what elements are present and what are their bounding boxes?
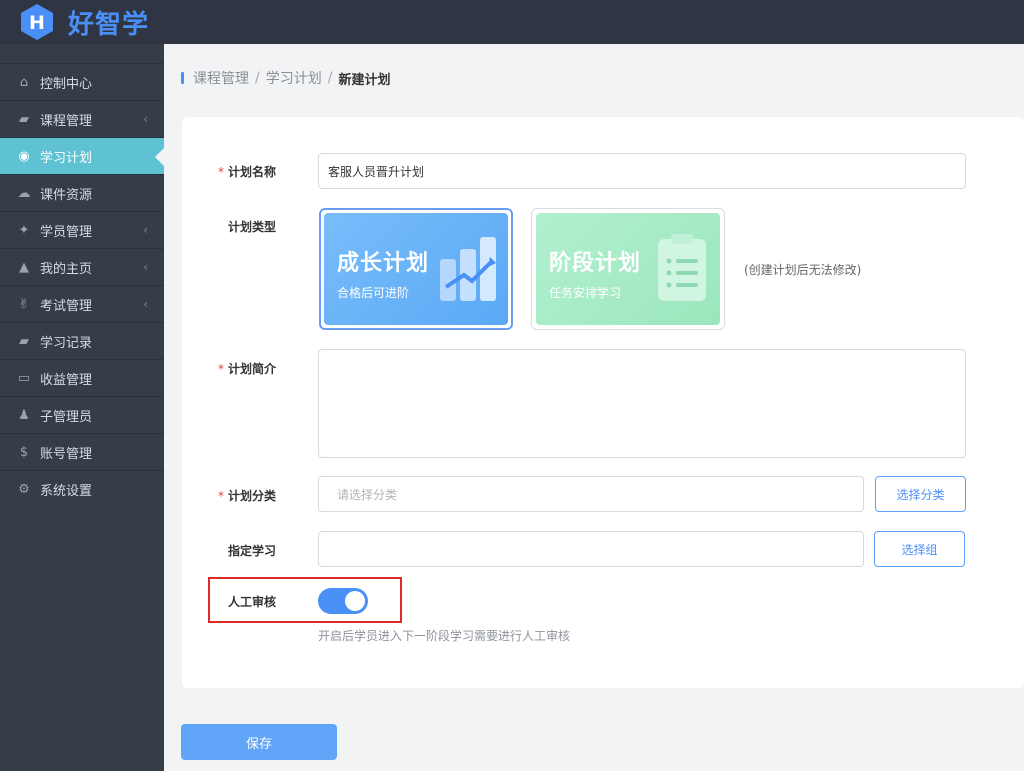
plan-type-note: (创建计划后无法修改): [744, 263, 862, 277]
sidebar-item-8[interactable]: ▭ 收益管理: [0, 359, 164, 396]
sidebar-item-label: 账号管理: [40, 446, 93, 462]
plan-name-label-text: 计划名称: [228, 165, 277, 179]
sidebar-item-label: 我的主页: [40, 261, 93, 277]
plan-intro-label-text: 计划简介: [228, 362, 277, 376]
chevron-left-icon: ‹: [143, 297, 148, 311]
sidebar-item-label: 课程管理: [40, 113, 93, 129]
top-bar: H 好智学: [0, 0, 1024, 44]
sidebar-item-label: 学习计划: [40, 150, 93, 166]
breadcrumb-current: 新建计划: [338, 72, 391, 88]
bar-chart-icon: [438, 235, 500, 307]
breadcrumb-separator: /: [255, 70, 260, 86]
sidebar: ⌂ 控制中心 ▰ 课程管理 ‹ ◉ 学习计划 ☁ 课件资源 ✦ 学员管理 ‹ ▲ 我的主页 ‹ ✌ 考试管理 ‹ ▰…: [0, 44, 164, 771]
breadcrumb-separator: /: [327, 70, 333, 86]
required-mark: *: [218, 165, 224, 179]
chevron-left-icon: ‹: [143, 260, 148, 274]
assign-study-input[interactable]: [318, 531, 864, 567]
required-mark: *: [218, 489, 224, 503]
chevron-left-icon: ‹: [143, 223, 148, 237]
gear-icon: ⚙: [18, 481, 30, 497]
sidebar-item-3[interactable]: ☁ 课件资源: [0, 174, 164, 211]
sidebar-item-label: 学员管理: [40, 224, 93, 240]
plan-type-stage-card[interactable]: 阶段计划 任务安排学习: [531, 208, 725, 330]
dollar-icon: $: [19, 444, 29, 460]
plan-category-label: * 计划分类: [218, 487, 276, 504]
sidebar-item-label: 收益管理: [40, 372, 93, 388]
plan-name-value: 客服人员晋升计划: [328, 164, 425, 179]
breadcrumb-item-study-plan[interactable]: 学习计划: [266, 68, 322, 88]
credit-card-icon: ▭: [17, 370, 31, 386]
cloud-upload-icon: ☁: [17, 185, 31, 201]
sidebar-item-label: 控制中心: [40, 76, 93, 92]
users-icon: ✦: [18, 222, 30, 238]
logo-letter: H: [29, 12, 45, 34]
sidebar-item-9[interactable]: ♟ 子管理员: [0, 396, 164, 433]
manual-review-hint: 开启后学员进入下一阶段学习需要进行人工审核: [318, 629, 571, 643]
sidebar-item-11[interactable]: ⚙ 系统设置: [0, 470, 164, 507]
plan-name-input[interactable]: 客服人员晋升计划: [318, 153, 966, 189]
growth-plan-title: 成长计划: [337, 251, 430, 276]
stage-plan-title: 阶段计划: [549, 251, 642, 276]
sidebar-item-4[interactable]: ✦ 学员管理 ‹: [0, 211, 164, 248]
sidebar-item-1[interactable]: ▰ 课程管理 ‹: [0, 100, 164, 137]
breadcrumb-item-course-management[interactable]: 课程管理: [193, 68, 249, 88]
graduation-cap-icon: ▲: [19, 259, 29, 275]
sidebar-item-label: 子管理员: [40, 409, 93, 425]
home-icon: ⌂: [19, 74, 29, 90]
required-mark: *: [218, 362, 224, 376]
app-logo[interactable]: H 好智学: [18, 3, 149, 41]
plan-category-label-text: 计划分类: [228, 489, 277, 503]
eye-icon: ◉: [18, 148, 30, 164]
growth-plan-subtitle: 合格后可进阶: [337, 286, 410, 300]
clipboard-list-icon: [654, 233, 710, 309]
sidebar-item-6[interactable]: ✌ 考试管理 ‹: [0, 285, 164, 322]
plan-name-label: * 计划名称: [218, 163, 276, 180]
thumbs-up-icon: ✌: [18, 296, 30, 312]
book-icon: ▰: [19, 333, 29, 349]
stage-plan-subtitle: 任务安排学习: [549, 286, 622, 300]
plan-intro-textarea[interactable]: [318, 349, 966, 458]
sidebar-item-10[interactable]: $ 账号管理: [0, 433, 164, 470]
sidebar-item-2[interactable]: ◉ 学习计划: [0, 137, 164, 174]
select-group-button[interactable]: 选择组: [874, 531, 965, 567]
chevron-left-icon: ‹: [143, 112, 148, 126]
sidebar-item-label: 考试管理: [40, 298, 93, 314]
breadcrumb: 课程管理 / 学习计划 / 新建计划: [181, 68, 390, 88]
plan-type-label: 计划类型: [228, 220, 277, 234]
plan-type-growth-card[interactable]: 成长计划 合格后可进阶: [319, 208, 513, 330]
sidebar-item-7[interactable]: ▰ 学习记录: [0, 322, 164, 359]
sidebar-item-5[interactable]: ▲ 我的主页 ‹: [0, 248, 164, 285]
select-category-button[interactable]: 选择分类: [875, 476, 966, 512]
logo-h-icon: H: [18, 3, 56, 41]
user-icon: ♟: [18, 407, 30, 423]
book-icon: ▰: [19, 111, 29, 127]
plan-intro-label: * 计划简介: [218, 360, 276, 377]
sidebar-item-label: 系统设置: [40, 483, 93, 499]
plan-category-placeholder: 请选择分类: [337, 487, 398, 502]
app-name: 好智学: [68, 9, 150, 40]
plan-category-input[interactable]: 请选择分类: [318, 476, 864, 512]
assign-study-label: 指定学习: [228, 544, 277, 558]
highlight-box: [208, 577, 402, 623]
save-button[interactable]: 保存: [181, 724, 337, 760]
breadcrumb-marker: [181, 72, 184, 84]
sidebar-item-0[interactable]: ⌂ 控制中心: [0, 63, 164, 100]
sidebar-item-label: 学习记录: [40, 335, 93, 351]
sidebar-item-label: 课件资源: [40, 187, 93, 203]
